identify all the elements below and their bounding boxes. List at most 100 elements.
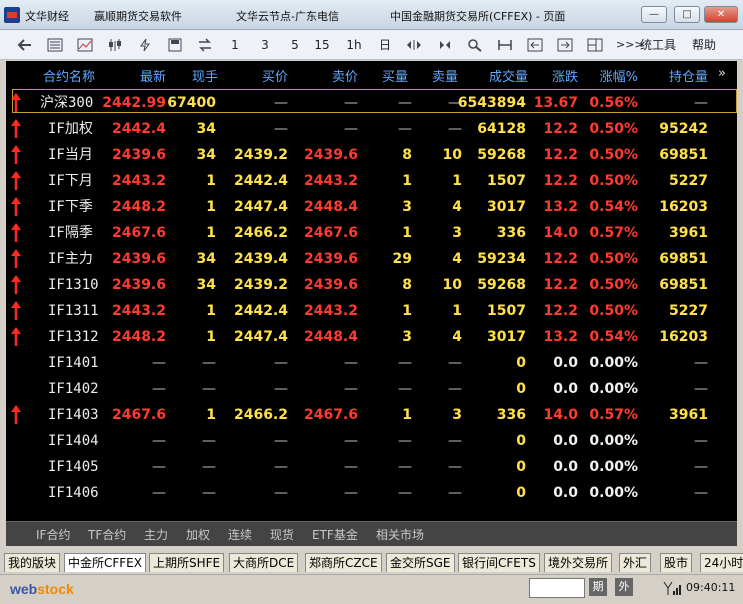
header-volume[interactable]: 现手 [192,66,218,85]
export-icon[interactable] [556,34,574,56]
table-row[interactable]: IF主力 2439.6 34 2439.4 2439.6 29 4 59234 12.2 0.50… [6,248,737,270]
cell-ask-qty: — [448,381,462,397]
cell-change-pct: 0.54% [589,199,638,215]
system-tools-menu[interactable]: 统工具 [640,34,676,56]
cell-bid-qty: — [398,485,412,501]
cell-open-interest: 16203 [659,329,708,345]
quote-list-icon[interactable] [46,34,64,56]
period-1min[interactable]: 1 [226,34,244,56]
header-total-volume[interactable]: 成交量 [489,66,528,85]
table-row[interactable]: IF1401 — — — — — — 0 0.0 0.00% — [6,352,737,374]
header-open-interest[interactable]: 持仓量 [669,66,708,85]
maximize-button[interactable]: □ [674,6,700,23]
cell-change-pct: 0.50% [589,173,638,189]
subtab-item[interactable]: 相关市场 [376,526,424,543]
import-icon[interactable] [526,34,544,56]
cell-last: 2439.6 [111,277,166,293]
table-row[interactable]: 沪深300 2442.99 67400— — — —6543894 13.67 0.56% — [6,92,737,114]
header-change[interactable]: 涨跌 [552,66,578,85]
period-5min[interactable]: 5 [286,34,304,56]
header-change-pct[interactable]: 涨幅% [600,66,638,85]
cell-open-interest: — [694,485,708,501]
close-button[interactable]: ✕ [704,6,738,23]
cell-bid: 2439.2 [233,277,288,293]
header-bid[interactable]: 买价 [262,66,288,85]
search-icon[interactable] [466,34,484,56]
line-chart-icon[interactable] [76,34,94,56]
market-tab[interactable]: 境外交易所 [544,553,613,572]
cell-volume: 1 [206,173,216,189]
futures-button[interactable]: 期 [589,578,607,596]
table-row[interactable]: IF下月 2443.2 1 2442.4 2443.2 1 1 1507 12.2 0.50% 52… [6,170,737,192]
header-bid-qty[interactable]: 买量 [382,66,408,85]
table-row[interactable]: IF1404 — — — — — — 0 0.0 0.00% — [6,430,737,452]
layout-icon[interactable] [586,34,604,56]
table-row[interactable]: IF隔季 2467.6 1 2466.2 2467.6 1 3 336 14.0 0.57% 396… [6,222,737,244]
subtab-item[interactable]: ETF基金 [312,526,358,543]
up-arrow-icon [11,249,21,268]
table-row[interactable]: IF下季 2448.2 1 2447.4 2448.4 3 4 3017 13.2 0.54% 16… [6,196,737,218]
market-tab[interactable]: 24小时 [700,553,743,572]
shrink-horizontal-icon[interactable] [436,34,454,56]
period-1h[interactable]: 1h [345,34,363,56]
table-row[interactable]: IF1402 — — — — — — 0 0.0 0.00% — [6,378,737,400]
table-row[interactable]: IF1403 2467.6 1 2466.2 2467.6 1 3 336 14.0 0.57% 3… [6,404,737,426]
period-day[interactable]: 日 [376,34,394,56]
subtab-item[interactable]: IF合约 [36,526,70,543]
crosshair-icon[interactable] [496,34,514,56]
market-tab[interactable]: 外汇 [619,553,652,572]
swap-icon[interactable] [196,34,214,56]
subtab-item[interactable]: 加权 [186,526,210,543]
market-tab[interactable]: 我的版块 [4,553,61,572]
header-ask-qty[interactable]: 卖量 [432,66,458,85]
clock: 09:40:11 [686,581,736,594]
header-ask[interactable]: 卖价 [332,66,358,85]
period-15min[interactable]: 15 [313,34,331,56]
period-3min[interactable]: 3 [256,34,274,56]
header-name[interactable]: 合约名称 [43,66,95,85]
foreign-button[interactable]: 外 [615,578,633,596]
cell-ask: — [344,485,358,501]
market-tab[interactable]: 上期所SHFE [149,553,225,572]
cell-volume: 1 [206,199,216,215]
table-row[interactable]: IF1406 — — — — — — 0 0.0 0.00% — [6,482,737,504]
cell-last: — [152,485,166,501]
header-last[interactable]: 最新 [140,66,166,85]
cell-last: 2448.2 [111,199,166,215]
market-tab[interactable]: 银行间CFETS [458,553,540,572]
table-row[interactable]: IF当月 2439.6 34 2439.2 2439.6 8 10 59268 12.2 0.50… [6,144,737,166]
cell-total-volume: 59268 [477,147,526,163]
cell-volume: 1 [206,225,216,241]
market-tab[interactable]: 金交所SGE [386,553,455,572]
table-row[interactable]: IF1312 2448.2 1 2447.4 2448.4 3 4 3017 13.2 0.54%… [6,326,737,348]
cell-contract-name: IF1402 [48,381,99,397]
webstock-logo: webstock [10,581,74,597]
back-arrow-icon[interactable] [16,34,34,56]
subtab-item[interactable]: 主力 [144,526,168,543]
help-menu[interactable]: 帮助 [692,34,716,56]
cell-open-interest: 5227 [669,173,708,189]
table-row[interactable]: IF1405 — — — — — — 0 0.0 0.00% — [6,456,737,478]
market-tab[interactable]: 郑商所CZCE [305,553,382,572]
up-arrow-icon [11,301,21,320]
code-input[interactable] [529,578,585,598]
subtab-item[interactable]: 现货 [270,526,294,543]
market-tab[interactable]: 大商所DCE [229,553,299,572]
market-tab[interactable]: 股市 [660,553,693,572]
table-row[interactable]: IF1311 2443.2 1 2442.4 2443.2 1 1 1507 12.2 0.50%… [6,300,737,322]
table-row[interactable]: IF1310 2439.6 34 2439.2 2439.6 8 10 59268 12.2 0.… [6,274,737,296]
cell-bid-qty: 1 [402,303,412,319]
candlestick-icon[interactable] [106,34,124,56]
save-icon[interactable] [166,34,184,56]
market-tab[interactable]: 中金所CFFEX [64,553,146,572]
cell-ask: 2439.6 [303,277,358,293]
cell-change: 12.2 [543,251,578,267]
cell-bid-qty: 1 [402,225,412,241]
zoom-horizontal-icon[interactable] [405,34,423,56]
subtab-item[interactable]: 连续 [228,526,252,543]
more-columns-button[interactable]: » [718,66,726,81]
subtab-item[interactable]: TF合约 [88,526,126,543]
lightning-icon[interactable] [136,34,154,56]
table-row[interactable]: IF加权 2442.4 34 — — — — 64128 12.2 0.50% 95242 [6,118,737,140]
minimize-button[interactable]: — [641,6,667,23]
